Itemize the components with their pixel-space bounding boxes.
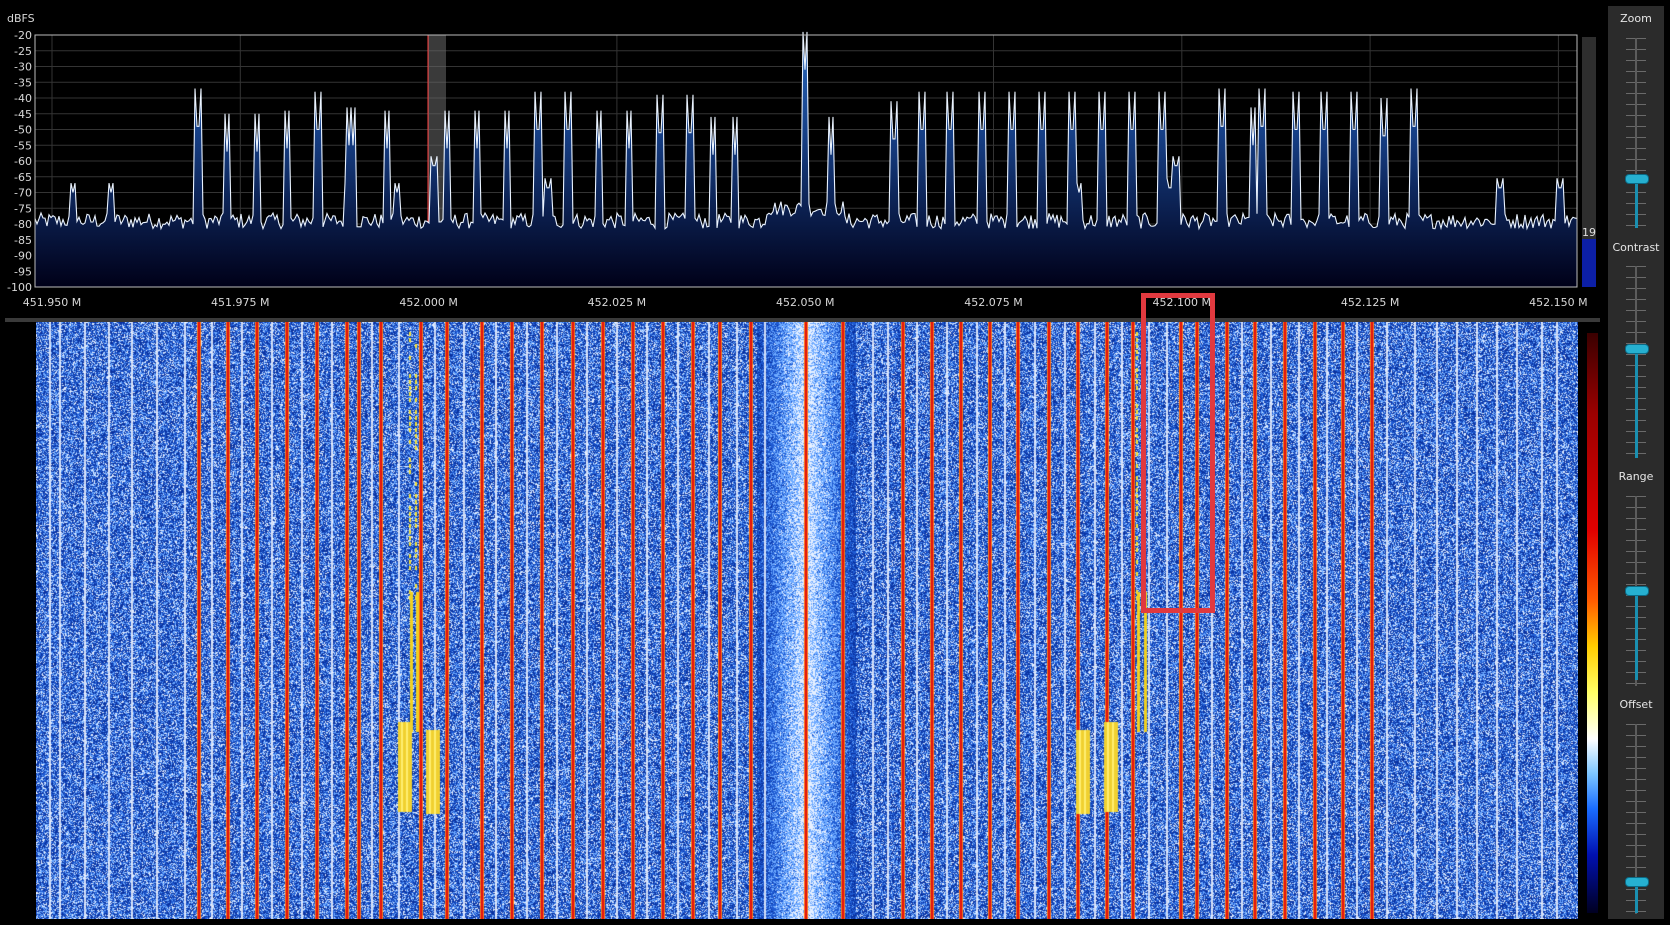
y-tick-label: -70 xyxy=(14,187,32,200)
offset-slider-thumb[interactable] xyxy=(1625,877,1649,887)
y-tick-label: -80 xyxy=(14,218,32,231)
y-axis-ticks: -20 -25 -30 -35 -40 -45 -50 -55 -60 -65 -70 -75 -80 -… xyxy=(7,29,32,294)
waterfall-display[interactable] xyxy=(36,322,1578,919)
y-tick-label: -100 xyxy=(7,281,32,294)
range-slider-thumb[interactable] xyxy=(1625,586,1649,596)
highlight-annotation-box xyxy=(1141,293,1215,613)
y-tick-label: -40 xyxy=(14,92,32,105)
spectrum-panel[interactable]: dBFS -20 -25 -30 -35 -40 -45 -50 -55 -60 -65 -70 -7… xyxy=(0,0,1600,318)
x-tick-label: 452.000 M xyxy=(399,296,457,309)
x-tick-label: 451.950 M xyxy=(23,296,81,309)
zoom-slider-thumb[interactable] xyxy=(1625,174,1649,184)
x-tick-label: 452.025 M xyxy=(588,296,646,309)
offset-label: Offset xyxy=(1619,698,1653,711)
contrast-slider-thumb[interactable] xyxy=(1625,344,1649,354)
spectrum-plot[interactable]: dBFS -20 -25 -30 -35 -40 -45 -50 -55 -60 -65 -70 -7… xyxy=(0,0,1600,318)
range-slider-fill xyxy=(1635,590,1638,680)
waterfall-panel[interactable] xyxy=(0,322,1600,925)
y-tick-label: -20 xyxy=(14,29,32,42)
y-tick-label: -60 xyxy=(14,155,32,168)
x-tick-label: 452.050 M xyxy=(776,296,834,309)
x-tick-label: 452.075 M xyxy=(964,296,1022,309)
contrast-slider-fill xyxy=(1635,348,1638,458)
zoom-label: Zoom xyxy=(1620,12,1652,25)
spectrum-area-fill xyxy=(35,31,1577,288)
y-tick-label: -90 xyxy=(14,250,32,263)
y-tick-label: -65 xyxy=(14,171,32,184)
x-axis-ticks: 451.950 M 451.975 M 452.000 M 452.025 M 452.… xyxy=(23,296,1588,309)
display-controls-panel: Zoom Contrast Range Offset xyxy=(1608,6,1664,919)
x-tick-label: 452.125 M xyxy=(1341,296,1399,309)
y-tick-label: -45 xyxy=(14,108,32,121)
y-tick-label: -25 xyxy=(14,45,32,58)
y-tick-label: -75 xyxy=(14,202,32,215)
y-tick-label: -35 xyxy=(14,76,32,89)
y-tick-label: -30 xyxy=(14,61,32,74)
level-meter-value: 19 xyxy=(1582,226,1596,239)
x-tick-label: 452.150 M xyxy=(1529,296,1587,309)
contrast-label: Contrast xyxy=(1612,241,1660,254)
y-tick-label: -85 xyxy=(14,234,32,247)
x-tick-label: 451.975 M xyxy=(211,296,269,309)
y-tick-label: -55 xyxy=(14,139,32,152)
y-axis-unit-label: dBFS xyxy=(7,12,35,25)
y-tick-label: -95 xyxy=(14,265,32,278)
zoom-slider-fill xyxy=(1635,178,1638,228)
waterfall-color-scale xyxy=(1587,333,1598,913)
level-meter xyxy=(1582,37,1596,287)
y-tick-label: -50 xyxy=(14,124,32,137)
range-label: Range xyxy=(1618,470,1654,483)
